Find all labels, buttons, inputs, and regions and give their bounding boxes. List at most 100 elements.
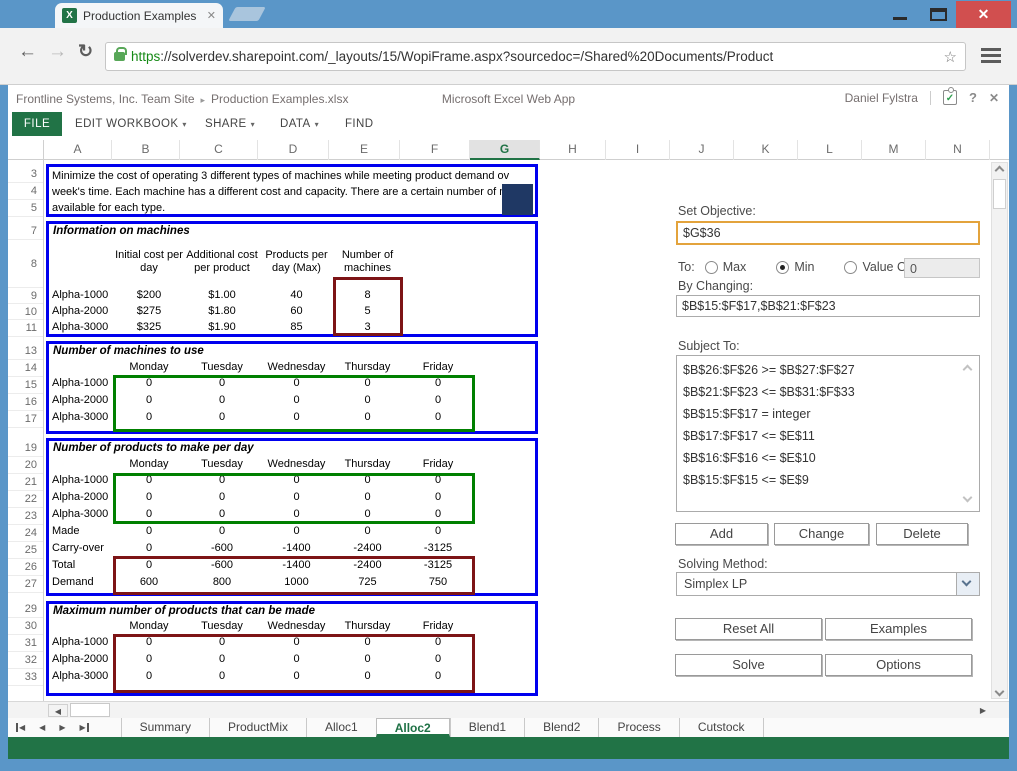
options-button[interactable]: Options	[825, 654, 972, 676]
cell[interactable]: 0	[332, 636, 403, 653]
ssl-lock-icon[interactable]	[114, 52, 125, 61]
cell[interactable]: $200	[115, 289, 183, 305]
solving-method-dropdown[interactable]: Simplex LP	[676, 572, 980, 596]
find-menu[interactable]: FIND	[345, 112, 373, 136]
bookmark-star-icon[interactable]: ☆	[944, 48, 957, 66]
cell[interactable]: 0	[183, 508, 261, 525]
cell[interactable]: 0	[183, 411, 261, 428]
cell[interactable]: 0	[261, 377, 332, 394]
objective-input[interactable]: $G$36	[676, 221, 980, 245]
row-header-17[interactable]: 17	[8, 411, 43, 428]
cell[interactable]: 0	[261, 525, 332, 542]
cell[interactable]: 0	[115, 394, 183, 411]
cell[interactable]: 60	[261, 305, 332, 321]
constraint-item[interactable]: $B$16:$F$16 <= $E$10	[683, 447, 973, 469]
sheet-tab[interactable]: Blend2	[524, 718, 598, 737]
cell[interactable]: 0	[183, 525, 261, 542]
edit-workbook-menu[interactable]: EDIT WORKBOOK▾	[75, 112, 187, 136]
cell[interactable]: -1400	[261, 559, 332, 576]
cell[interactable]: 0	[183, 636, 261, 653]
cell[interactable]: 0	[261, 670, 332, 687]
cell[interactable]: 0	[115, 559, 183, 576]
cell[interactable]: 750	[403, 576, 473, 593]
constraints-listbox[interactable]: $B$26:$F$26 >= $B$27:$F$27$B$21:$F$23 <=…	[676, 355, 980, 512]
constraint-item[interactable]: $B$26:$F$26 >= $B$27:$F$27	[683, 359, 973, 381]
column-header-I[interactable]: I	[606, 140, 670, 160]
scrollbar-thumb[interactable]	[993, 179, 1006, 209]
row-header-20[interactable]: 20	[8, 457, 43, 474]
add-button[interactable]: Add	[675, 523, 768, 545]
address-bar[interactable]: https ://solverdev.sharepoint.com/_layou…	[105, 42, 966, 71]
row-header-19[interactable]: 19	[8, 440, 43, 457]
cell[interactable]: $1.80	[183, 305, 261, 321]
radio-value-of[interactable]	[844, 261, 857, 274]
scrollbar-thumb[interactable]	[70, 703, 110, 717]
cell[interactable]: 0	[115, 377, 183, 394]
cell[interactable]: 0	[261, 491, 332, 508]
sheet-tab[interactable]: Summary	[121, 718, 209, 737]
row-header-5[interactable]: 5	[8, 200, 43, 217]
cell[interactable]: 0	[261, 508, 332, 525]
scroll-left-icon[interactable]: ◀	[48, 704, 68, 717]
sheet-tab[interactable]: Blend1	[450, 718, 524, 737]
cell[interactable]: 8	[332, 289, 403, 305]
constraint-item[interactable]: $B$15:$F$17 = integer	[683, 403, 973, 425]
column-header-C[interactable]: C	[180, 140, 258, 160]
dropdown-button[interactable]	[956, 573, 979, 595]
cell[interactable]: 0	[115, 670, 183, 687]
cell[interactable]: 0	[403, 653, 473, 670]
row-header-30[interactable]: 30	[8, 618, 43, 635]
cell[interactable]: 0	[332, 670, 403, 687]
cell[interactable]: 3	[332, 321, 403, 337]
row-header-26[interactable]: 26	[8, 559, 43, 576]
solve-button[interactable]: Solve	[675, 654, 822, 676]
horizontal-scrollbar[interactable]: ◀ ▶	[8, 701, 1009, 718]
window-minimize-button[interactable]	[882, 0, 918, 28]
cell[interactable]: 0	[115, 636, 183, 653]
help-icon[interactable]: ?	[969, 90, 977, 105]
radio-min[interactable]	[776, 261, 789, 274]
last-sheet-icon[interactable]: ▶	[79, 723, 88, 732]
cell[interactable]: 5	[332, 305, 403, 321]
scroll-right-icon[interactable]: ▶	[973, 704, 993, 717]
row-header-8[interactable]: 8	[8, 240, 43, 288]
column-header-D[interactable]: D	[258, 140, 329, 160]
cell[interactable]: $1.00	[183, 289, 261, 305]
cell[interactable]: 0	[403, 474, 473, 491]
column-header-B[interactable]: B	[112, 140, 180, 160]
share-menu[interactable]: SHARE▾	[205, 112, 255, 136]
cell[interactable]: 0	[332, 411, 403, 428]
cell[interactable]: 0	[261, 394, 332, 411]
constraint-item[interactable]: $B$17:$F$17 <= $E$11	[683, 425, 973, 447]
row-header-10[interactable]: 10	[8, 304, 43, 320]
window-maximize-button[interactable]	[920, 0, 956, 28]
column-header-K[interactable]: K	[734, 140, 798, 160]
cell[interactable]: 0	[332, 508, 403, 525]
scroll-up-icon[interactable]	[995, 166, 1005, 176]
cell[interactable]: 0	[403, 377, 473, 394]
row-header-4[interactable]: 4	[8, 183, 43, 200]
cell[interactable]: 0	[261, 653, 332, 670]
cell[interactable]: 0	[115, 411, 183, 428]
column-header-F[interactable]: F	[400, 140, 470, 160]
cell[interactable]: 0	[115, 508, 183, 525]
sheet-tab[interactable]: Process	[598, 718, 678, 737]
row-header-9[interactable]: 9	[8, 288, 43, 304]
row-header-24[interactable]: 24	[8, 525, 43, 542]
cell[interactable]: 0	[183, 394, 261, 411]
cell[interactable]: -3125	[403, 542, 473, 559]
column-header-E[interactable]: E	[329, 140, 400, 160]
row-header-31[interactable]: 31	[8, 635, 43, 652]
examples-button[interactable]: Examples	[825, 618, 972, 640]
constraint-item[interactable]: $B$21:$F$23 <= $B$31:$F$33	[683, 381, 973, 403]
user-name[interactable]: Daniel Fylstra	[845, 91, 918, 105]
column-header-N[interactable]: N	[926, 140, 990, 160]
cell[interactable]: 0	[261, 636, 332, 653]
cell[interactable]: 0	[403, 525, 473, 542]
close-app-icon[interactable]: ✕	[989, 91, 999, 105]
cell[interactable]: 0	[261, 474, 332, 491]
cell[interactable]: $275	[115, 305, 183, 321]
cell[interactable]: 0	[115, 525, 183, 542]
cell[interactable]: 0	[332, 491, 403, 508]
cell[interactable]: 800	[183, 576, 261, 593]
